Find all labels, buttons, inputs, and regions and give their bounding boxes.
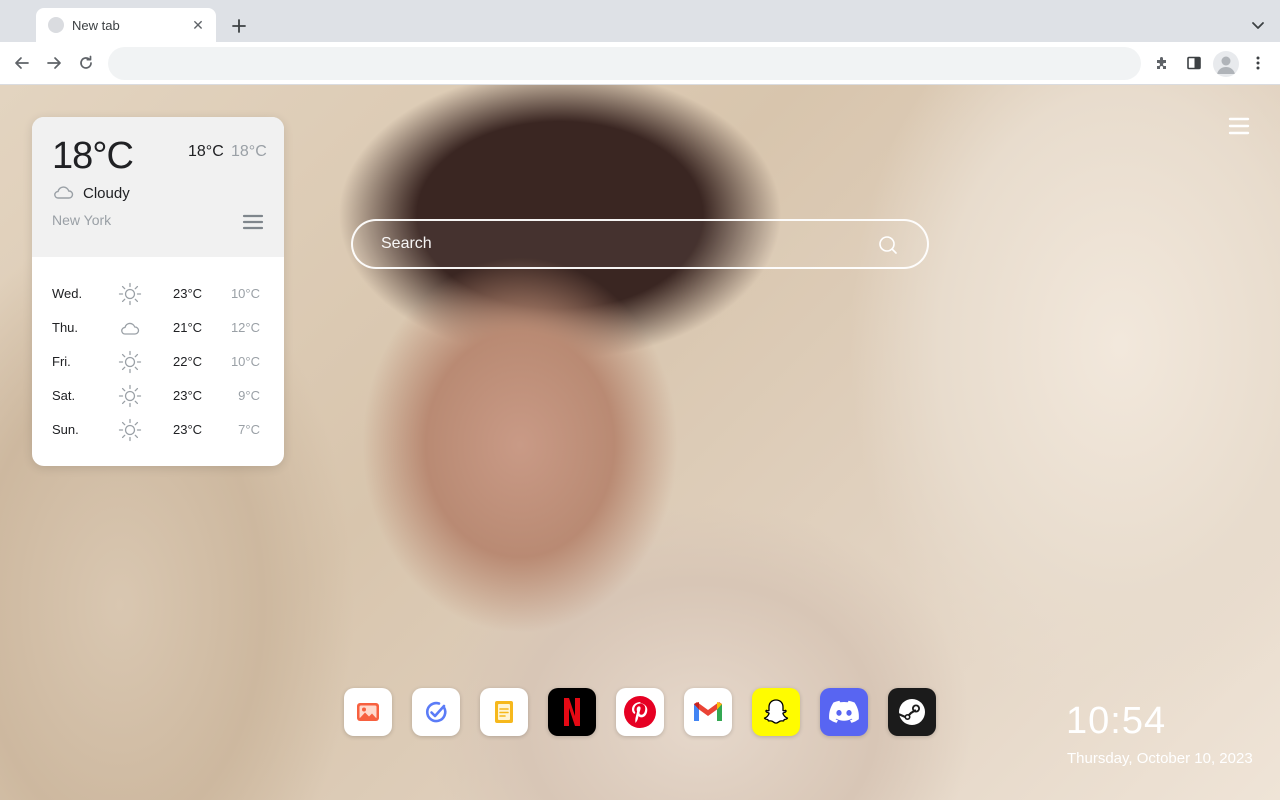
arrow-left-icon: [15, 57, 29, 69]
forecast-low: 10°C: [230, 354, 260, 369]
extensions-button[interactable]: [1148, 49, 1176, 77]
cloud-icon: [121, 322, 140, 335]
forecast-row: Wed. 23°C 10°C: [32, 277, 284, 311]
weather-widget: 18°C 18°C 18°C Cloudy New York Wed. 23°C…: [32, 117, 284, 466]
clock-time: 10:54: [1066, 700, 1167, 742]
forecast-day: Thu.: [52, 320, 79, 335]
person-icon: [1217, 56, 1235, 74]
sun-icon: [118, 384, 142, 408]
image-icon: [357, 703, 379, 721]
today-high: 18°C: [188, 143, 224, 160]
current-temperature: 18°C: [52, 135, 134, 177]
sun-icon: [118, 282, 142, 306]
tab-close-button[interactable]: ✕: [190, 17, 206, 33]
forecast-high: 23°C: [173, 422, 203, 437]
page-menu-icon[interactable]: [1227, 115, 1251, 137]
sun-icon: [118, 418, 142, 442]
gmail-logo-icon: [694, 702, 722, 721]
profile-avatar[interactable]: [1213, 51, 1239, 77]
browser-menu-button[interactable]: [1244, 49, 1272, 77]
weather-city: New York: [52, 212, 112, 228]
forecast-high: 23°C: [173, 286, 203, 301]
tab-search-button[interactable]: [1246, 13, 1270, 37]
side-panel-button[interactable]: [1180, 49, 1208, 77]
check-circle-icon: [425, 701, 447, 723]
gmail-app[interactable]: [684, 688, 732, 736]
forecast-row: Fri. 22°C 10°C: [32, 345, 284, 379]
steam-app[interactable]: [888, 688, 936, 736]
forecast-low: 10°C: [230, 286, 260, 301]
tasks-app[interactable]: [412, 688, 460, 736]
notes-app[interactable]: [480, 688, 528, 736]
forecast-high: 22°C: [173, 354, 203, 369]
weather-condition: Cloudy: [83, 185, 130, 202]
forecast-day: Sat.: [52, 388, 76, 403]
new-tab-page: 18°C 18°C 18°C Cloudy New York Wed. 23°C…: [0, 85, 1280, 800]
arrow-right-icon: [47, 57, 61, 69]
search-icon[interactable]: [877, 234, 899, 256]
forecast-row: Sat. 23°C 9°C: [32, 379, 284, 413]
search-input[interactable]: [381, 221, 861, 267]
plus-icon: [232, 19, 246, 33]
note-icon: [495, 701, 513, 723]
forecast-low: 12°C: [230, 320, 260, 335]
search-box: [351, 219, 929, 269]
netflix-app[interactable]: [548, 688, 596, 736]
forecast-low: 7°C: [238, 422, 260, 437]
reload-icon: [80, 55, 92, 69]
cloud-icon: [54, 186, 74, 199]
tab-favicon-icon: [48, 17, 64, 33]
forecast-high: 23°C: [173, 388, 203, 403]
forward-button[interactable]: [40, 49, 68, 77]
more-vertical-icon: [1256, 56, 1260, 70]
browser-toolbar: [0, 42, 1280, 85]
snapchat-ghost-icon: [763, 699, 789, 724]
clock-date: Thursday, October 10, 2023: [1067, 750, 1253, 767]
forecast-day: Fri.: [52, 354, 71, 369]
reload-button[interactable]: [72, 49, 100, 77]
today-low: 18°C: [231, 143, 267, 160]
side-panel-icon: [1187, 56, 1201, 70]
address-bar[interactable]: [108, 47, 1141, 80]
back-button[interactable]: [8, 49, 36, 77]
snapchat-app[interactable]: [752, 688, 800, 736]
weather-current: 18°C 18°C 18°C Cloudy New York: [32, 117, 284, 257]
sun-icon: [118, 350, 142, 374]
pinterest-app[interactable]: [616, 688, 664, 736]
forecast-day: Sun.: [52, 422, 79, 437]
weather-menu-icon[interactable]: [242, 212, 264, 232]
forecast-row: Thu. 21°C 12°C: [32, 311, 284, 345]
forecast-day: Wed.: [52, 286, 83, 301]
tab-new-tab[interactable]: New tab ✕: [36, 8, 216, 42]
discord-app[interactable]: [820, 688, 868, 736]
forecast-low: 9°C: [238, 388, 260, 403]
tab-title: New tab: [72, 17, 120, 33]
photos-app[interactable]: [344, 688, 392, 736]
new-tab-button[interactable]: [226, 13, 252, 39]
forecast-row: Sun. 23°C 7°C: [32, 413, 284, 447]
tab-strip: New tab ✕: [0, 0, 1280, 42]
discord-logo-icon: [829, 700, 859, 723]
netflix-logo-icon: [564, 698, 580, 726]
steam-logo-icon: [898, 699, 925, 725]
chevron-down-icon: [1252, 22, 1264, 29]
forecast-high: 21°C: [173, 320, 203, 335]
puzzle-icon: [1157, 57, 1166, 69]
pinterest-logo-icon: [624, 696, 656, 728]
